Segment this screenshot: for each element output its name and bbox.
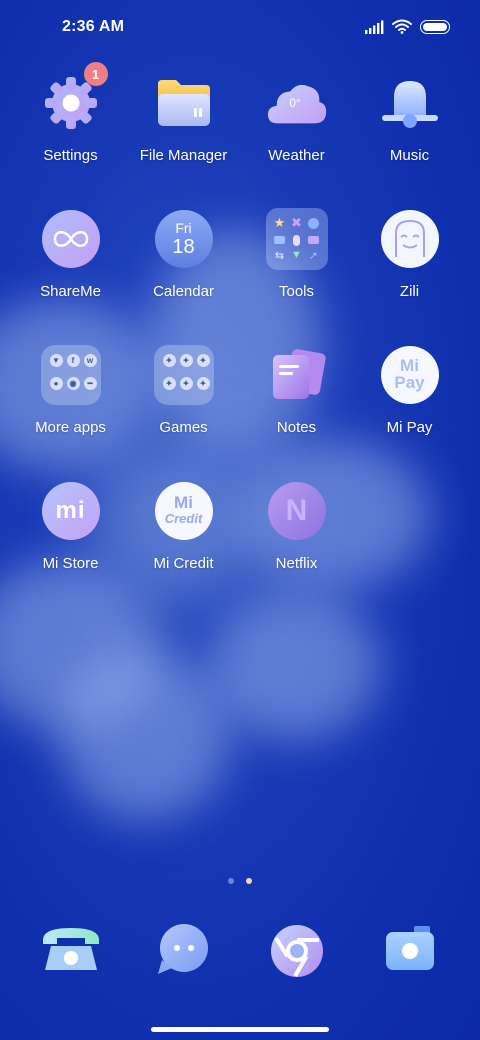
app-label: Settings [43, 147, 98, 164]
mini-app-icon: ● [49, 377, 63, 390]
logo-text: mi [55, 497, 86, 524]
dock-browser[interactable] [240, 924, 353, 988]
logo-text: N [285, 494, 308, 527]
app-label: Notes [276, 419, 317, 436]
browser-icon [270, 925, 323, 978]
status-bar: 2:36 AM [0, 0, 480, 56]
mini-app-icon: f [66, 354, 80, 367]
app-zili[interactable]: Zili [353, 206, 466, 342]
camera-icon [385, 926, 434, 970]
app-notes[interactable]: Notes [240, 342, 353, 478]
calendar-date: 18 [172, 235, 195, 258]
zili-face-icon [394, 219, 425, 257]
folder-icon: ▼ f w ● ◉ ━ [40, 345, 101, 405]
folder-icon [157, 80, 210, 126]
logo-text: Credit [164, 511, 203, 526]
app-mi-credit[interactable]: Mi Credit Mi Credit [127, 478, 240, 614]
app-label: Games [159, 419, 208, 436]
home-indicator[interactable] [151, 1027, 329, 1032]
app-shareme[interactable]: ShareMe [14, 206, 127, 342]
netflix-icon: N [267, 482, 326, 540]
mini-app-icon: ▼ [49, 354, 63, 367]
dock-phone[interactable] [14, 924, 127, 988]
infinity-icon [53, 231, 88, 247]
app-calendar[interactable]: Fri 18 Calendar [127, 206, 240, 342]
dock-messages[interactable] [127, 924, 240, 988]
app-label: Weather [268, 147, 325, 164]
logo-text: Pay [394, 373, 425, 392]
mini-app-icon: ◉ [66, 377, 80, 390]
logo-text: Mi [174, 493, 193, 512]
shareme-icon [41, 210, 100, 268]
app-music[interactable]: Music [353, 70, 466, 206]
app-label: Music [389, 147, 430, 164]
calendar-day: Fri [175, 219, 192, 236]
dock [14, 924, 466, 988]
app-tools[interactable]: ★ ✖ ⇆ ▼ ➚ Tools [240, 206, 353, 342]
app-label: Netflix [275, 555, 318, 572]
mi-store-icon: mi [41, 482, 100, 540]
music-speaker-icon [381, 81, 438, 128]
logo-text: Mi [400, 356, 419, 375]
page-dot-active[interactable] [246, 878, 252, 884]
battery-icon [420, 19, 450, 34]
cloud-icon: 0° [267, 84, 326, 124]
app-label: Zili [399, 283, 420, 300]
mi-pay-icon: Mi Pay [380, 346, 439, 404]
app-grid: 1 Settings File Manager 0° Weather Music… [14, 62, 466, 614]
mini-app-icon: ✦ [196, 354, 210, 367]
messages-icon [157, 924, 208, 974]
mini-app-icon: w [83, 354, 97, 367]
mini-app-icon: ✦ [162, 377, 176, 390]
app-weather[interactable]: 0° Weather [240, 70, 353, 206]
app-settings[interactable]: 1 Settings [14, 62, 127, 206]
page-dot[interactable] [228, 878, 234, 884]
mini-app-icon: ✦ [196, 377, 210, 390]
folder-icon: ✦ ✦ ✦ ✦ ✦ ✦ [153, 345, 214, 405]
app-label: Calendar [153, 283, 214, 300]
mini-app-icon: ✦ [179, 354, 193, 367]
app-label: ShareMe [40, 283, 101, 300]
phone-icon [42, 928, 99, 970]
zili-icon [380, 210, 439, 268]
app-mi-store[interactable]: mi Mi Store [14, 478, 127, 614]
app-label: More apps [35, 419, 106, 436]
app-label: File Manager [139, 147, 228, 164]
mini-app-icon: ✦ [179, 377, 193, 390]
app-file-manager[interactable]: File Manager [127, 70, 240, 206]
app-mi-pay[interactable]: Mi Pay Mi Pay [353, 342, 466, 478]
calendar-icon: Fri 18 [154, 210, 213, 268]
app-label: Mi Store [42, 555, 99, 572]
app-netflix[interactable]: N Netflix [240, 478, 353, 614]
temperature-text: 0° [289, 97, 300, 110]
signal-icon [365, 20, 384, 34]
dock-camera[interactable] [353, 924, 466, 988]
tools-folder-icon: ★ ✖ ⇆ ▼ ➚ [265, 208, 328, 270]
app-label: Mi Pay [386, 419, 433, 436]
mini-app-icon: ✦ [162, 354, 176, 367]
app-label: Mi Credit [153, 555, 214, 572]
app-folder-games[interactable]: ✦ ✦ ✦ ✦ ✦ ✦ Games [127, 342, 240, 478]
clock: 2:36 AM [62, 18, 125, 35]
wifi-icon [392, 19, 412, 34]
notification-badge: 1 [83, 62, 108, 86]
app-folder-more-apps[interactable]: ▼ f w ● ◉ ━ More apps [14, 342, 127, 478]
mi-credit-icon: Mi Credit [154, 482, 213, 540]
app-label: Tools [278, 283, 315, 300]
notes-icon [272, 349, 326, 399]
page-indicator [0, 878, 480, 884]
mini-app-icon: ━ [83, 377, 97, 390]
